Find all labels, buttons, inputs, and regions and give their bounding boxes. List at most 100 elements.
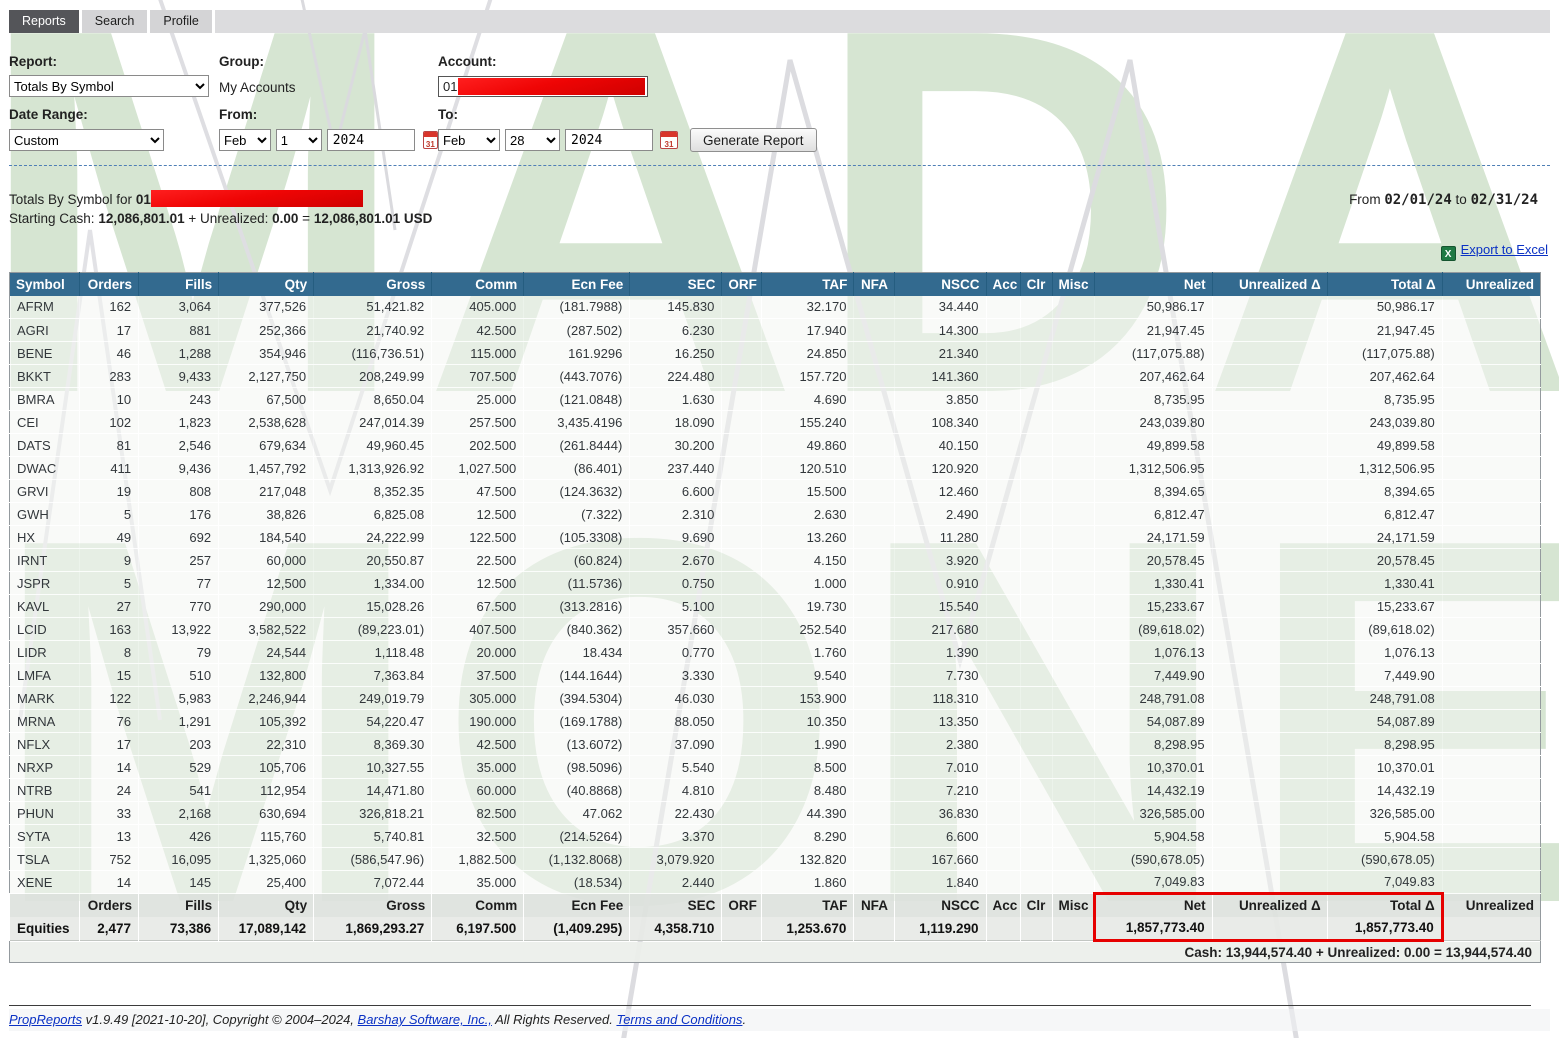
cell: [722, 365, 762, 388]
cell: 224.480: [630, 365, 722, 388]
column-header-nscc: NSCC: [895, 273, 986, 296]
cell: 47.062: [524, 802, 630, 825]
cell: 50,986.17: [1327, 296, 1442, 319]
table-row: GRVI19808217,0488,352.3547.500(124.3632)…: [10, 480, 1541, 503]
cell: [854, 365, 895, 388]
totals-cell: [854, 917, 895, 941]
table-row: DWAC4119,4361,457,7921,313,926.921,027.5…: [10, 457, 1541, 480]
cell: 679,634: [219, 434, 314, 457]
cell: [1052, 342, 1094, 365]
cell: 32.170: [762, 296, 854, 319]
footer-period: .: [742, 1012, 746, 1027]
cell: 122.500: [432, 526, 524, 549]
cell: 49,899.58: [1094, 434, 1212, 457]
cell: [722, 526, 762, 549]
cell: (840.362): [524, 618, 630, 641]
cell: (586,547.96): [314, 848, 432, 871]
cell: [1212, 664, 1327, 687]
cell: (144.1644): [524, 664, 630, 687]
symbol-cell: KAVL: [10, 595, 80, 618]
cell: 6.600: [895, 825, 986, 848]
column-header-misc: Misc: [1052, 273, 1094, 296]
symbol-cell: AFRM: [10, 296, 80, 319]
cell: [1442, 549, 1540, 572]
cell: [722, 825, 762, 848]
to-calendar-icon[interactable]: [660, 131, 678, 149]
cell: [1020, 618, 1052, 641]
cell: [722, 618, 762, 641]
from-month-select[interactable]: Feb: [219, 129, 271, 151]
cell: [1442, 733, 1540, 756]
cell: 12.500: [432, 503, 524, 526]
cell: (86.401): [524, 457, 630, 480]
cell: 405.000: [432, 296, 524, 319]
cell: [986, 388, 1020, 411]
cell: 7,449.90: [1094, 664, 1212, 687]
symbol-cell: PHUN: [10, 802, 80, 825]
cell: [1020, 779, 1052, 802]
from-day-select[interactable]: 1: [276, 129, 322, 151]
to-year-input[interactable]: [565, 129, 653, 151]
cell: [1020, 641, 1052, 664]
account-input[interactable]: 01: [438, 76, 648, 97]
from-calendar-icon[interactable]: [423, 131, 438, 149]
cell: 25.000: [432, 388, 524, 411]
cell: 12.460: [895, 480, 986, 503]
tab-bar-filler: [215, 10, 1550, 33]
tab-profile[interactable]: Profile: [150, 10, 211, 33]
cell: 15: [80, 664, 139, 687]
cell: 529: [139, 756, 219, 779]
group-label: Group:: [219, 50, 438, 72]
date-range-select[interactable]: Custom: [9, 129, 164, 151]
cell: [854, 825, 895, 848]
tab-search[interactable]: Search: [82, 10, 148, 33]
cell: (89,618.02): [1094, 618, 1212, 641]
cell: (89,223.01): [314, 618, 432, 641]
cell: [1212, 848, 1327, 871]
cell: [1052, 480, 1094, 503]
cell: [854, 779, 895, 802]
terms-link[interactable]: Terms and Conditions: [616, 1012, 742, 1027]
cell: 510: [139, 664, 219, 687]
propreports-link[interactable]: PropReports: [9, 1012, 82, 1027]
cell: [1212, 411, 1327, 434]
totals-cell: (1,409.295): [524, 917, 630, 941]
cell: 6,825.08: [314, 503, 432, 526]
cell: [854, 687, 895, 710]
cell: 9.690: [630, 526, 722, 549]
cell: [1020, 549, 1052, 572]
cell: [986, 365, 1020, 388]
cell: [1442, 710, 1540, 733]
company-link[interactable]: Barshay Software, Inc.,: [358, 1012, 492, 1027]
table-row: CEI1021,8232,538,628247,014.39257.5003,4…: [10, 411, 1541, 434]
cell: 9.540: [762, 664, 854, 687]
footer-column-header: Misc: [1052, 894, 1094, 917]
tab-reports[interactable]: Reports: [9, 10, 79, 33]
cell: [1020, 296, 1052, 319]
cell: 67,500: [219, 388, 314, 411]
cell: 8: [80, 641, 139, 664]
cell: 54,087.89: [1094, 710, 1212, 733]
cell: 7,049.83: [1327, 871, 1442, 894]
footer-column-header: Unrealized: [1442, 894, 1540, 917]
cell: 237.440: [630, 457, 722, 480]
cell: 881: [139, 319, 219, 342]
cell: 22.430: [630, 802, 722, 825]
report-form: Report: Group: Account: Totals By Symbol…: [9, 50, 1550, 156]
to-month-select[interactable]: Feb: [438, 129, 500, 151]
cell: [1020, 595, 1052, 618]
cell: 377,526: [219, 296, 314, 319]
generate-report-button[interactable]: Generate Report: [690, 128, 817, 152]
from-year-input[interactable]: [327, 129, 415, 151]
cell: 2.630: [762, 503, 854, 526]
table-row: LMFA15510132,8007,363.8437.500(144.1644)…: [10, 664, 1541, 687]
cell: [1020, 687, 1052, 710]
cell: [1442, 526, 1540, 549]
report-select[interactable]: Totals By Symbol: [9, 75, 209, 97]
export-to-excel-link[interactable]: Export to Excel: [1461, 242, 1548, 257]
to-day-select[interactable]: 28: [505, 129, 560, 151]
cell: 49,960.45: [314, 434, 432, 457]
cell: [854, 503, 895, 526]
cell: 5.540: [630, 756, 722, 779]
cell: 2,538,628: [219, 411, 314, 434]
